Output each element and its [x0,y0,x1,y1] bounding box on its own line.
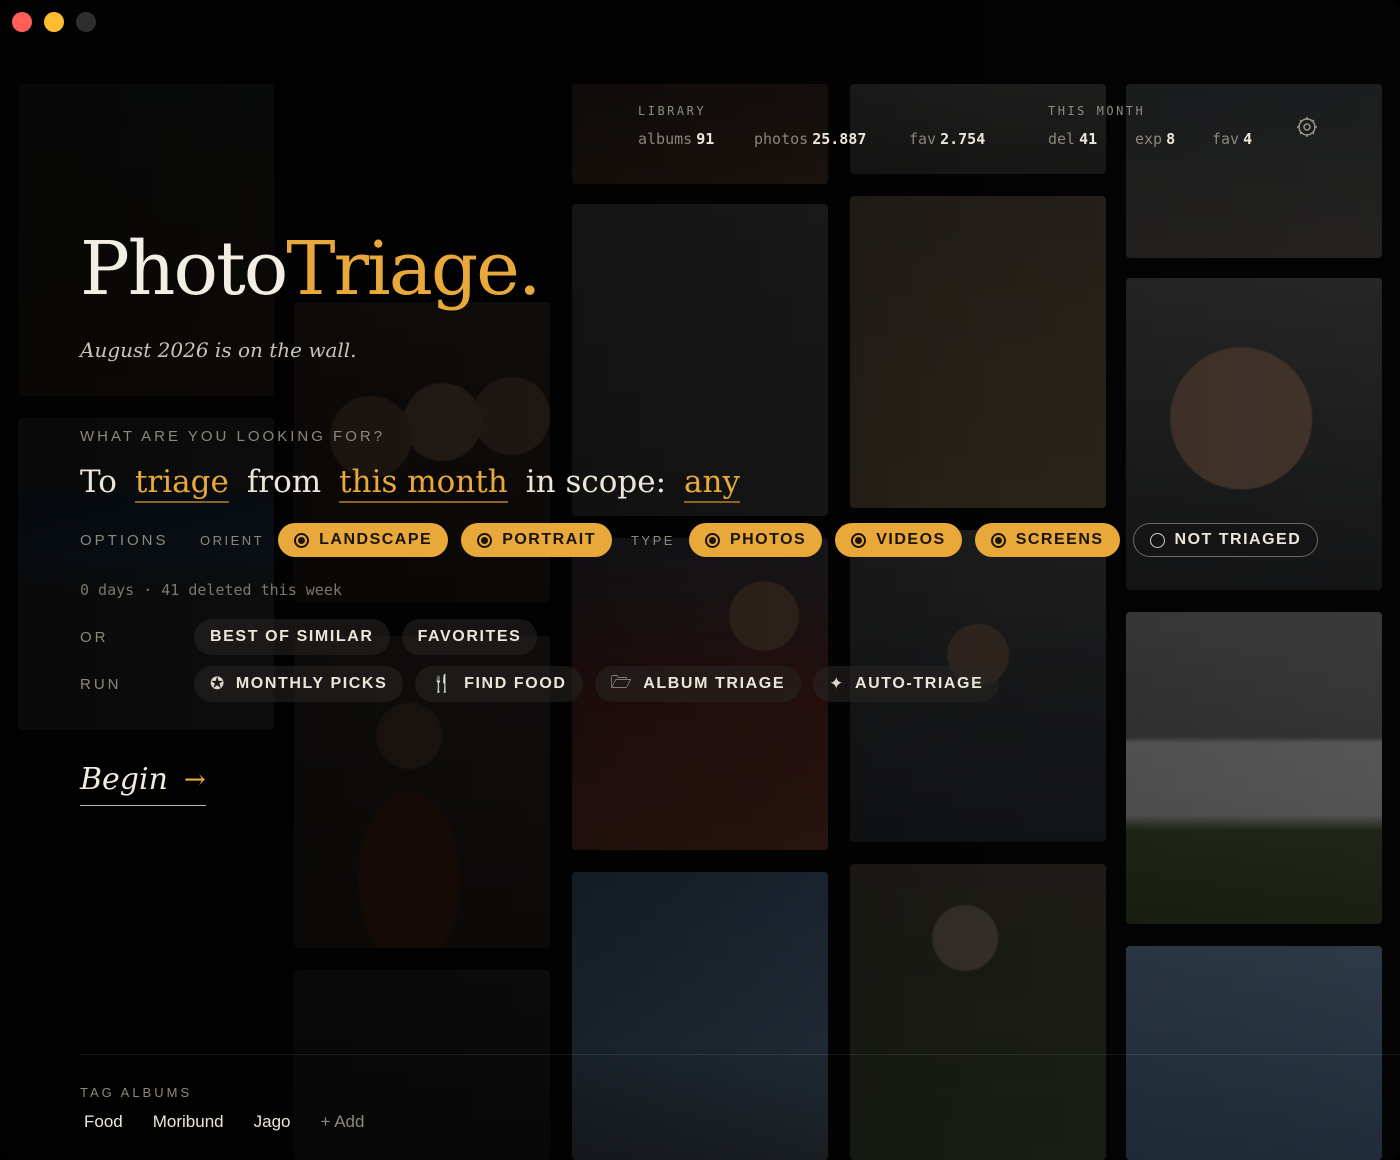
add-tag-album-button[interactable]: + Add [321,1112,365,1132]
run-row: ✪ MONTHLY PICKS 🍴 FIND FOOD 🗁 ALBUM TRIAGE … [194,666,1011,702]
action-picker[interactable]: triage [134,464,229,503]
orient-label: ORIENT [200,532,265,548]
minimize-window-button[interactable] [44,12,64,32]
radio-checked-icon [990,532,1006,548]
album-icon: 🗁 [610,672,634,692]
tag-albums-list: Food Moribund Jago + Add [84,1112,394,1132]
tag-album-jago[interactable]: Jago [254,1112,291,1132]
options-label: OPTIONS [80,532,169,549]
tag-albums-label: TAG ALBUMS [80,1085,193,1100]
period-picker[interactable]: this month [339,464,508,503]
radio-unchecked-icon [1149,532,1165,548]
album-triage-button[interactable]: 🗁 ALBUM TRIAGE [594,666,802,702]
month-label: THIS MONTH [1048,104,1146,118]
or-row: BEST OF SIMILAR FAVORITES [194,619,549,655]
stat-favorites: fav 2.754 [909,130,986,148]
library-stats: LIBRARY albums 91 photos 25.887 fav 2.754 [638,104,985,148]
stat-exported: exp 8 [1135,130,1176,148]
filter-portrait[interactable]: PORTRAIT [461,523,612,557]
filter-landscape[interactable]: LANDSCAPE [278,523,449,557]
filter-not-triaged[interactable]: NOT TRIAGED [1132,523,1319,557]
stat-photos: photos 25.887 [754,130,867,148]
close-window-button[interactable] [12,12,32,32]
gear-icon[interactable] [1296,116,1318,138]
favorites-button[interactable]: FAVORITES [401,619,538,655]
or-label: OR [80,629,109,646]
radio-checked-icon [704,532,720,548]
arrow-right-icon: → [183,764,206,795]
footer-divider [80,1054,1400,1055]
auto-triage-button[interactable]: ✦ AUTO-TRIAGE [813,666,1000,702]
maximize-window-button[interactable] [76,12,96,32]
find-food-button[interactable]: 🍴 FIND FOOD [415,666,583,702]
radio-checked-icon [294,532,310,548]
tag-album-moribund[interactable]: Moribund [153,1112,224,1132]
best-of-similar-button[interactable]: BEST OF SIMILAR [194,619,390,655]
window-controls [12,12,96,32]
app-subtitle: August 2026 is on the wall. [80,338,357,362]
stat-albums: albums 91 [638,130,715,148]
app-title: PhotoTriage. [80,226,542,312]
begin-button[interactable]: Begin → [80,762,206,806]
library-label: LIBRARY [638,104,707,118]
filter-videos[interactable]: VIDEOS [835,523,962,557]
filter-photos[interactable]: PHOTOS [688,523,823,557]
query-sentence: To triage from this month in scope: any [80,464,758,503]
sparkle-icon: ✦ [829,674,845,693]
stat-month-favorites: fav 4 [1212,130,1253,148]
app-window: LIBRARY albums 91 photos 25.887 fav 2.754 T… [0,0,1400,1160]
month-stats: THIS MONTH del 41 exp 8 fav 4 [1048,104,1252,148]
query-label: WHAT ARE YOU LOOKING FOR? [80,428,386,445]
scope-picker[interactable]: any [684,464,741,503]
type-label: TYPE [630,532,675,548]
options-status: 0 days · 41 deleted this week [80,581,342,599]
fork-knife-icon: 🍴 [431,674,455,693]
tag-album-food[interactable]: Food [84,1112,123,1132]
options-row: ORIENT LANDSCAPE PORTRAIT TYPE PHOTOS VI… [200,523,1331,557]
run-label: RUN [80,676,122,693]
filter-screens[interactable]: SCREENS [974,523,1120,557]
monthly-picks-button[interactable]: ✪ MONTHLY PICKS [194,666,404,702]
stat-deleted: del 41 [1048,130,1098,148]
radio-checked-icon [851,532,867,548]
radio-checked-icon [477,532,493,548]
star-circle-icon: ✪ [210,674,226,693]
